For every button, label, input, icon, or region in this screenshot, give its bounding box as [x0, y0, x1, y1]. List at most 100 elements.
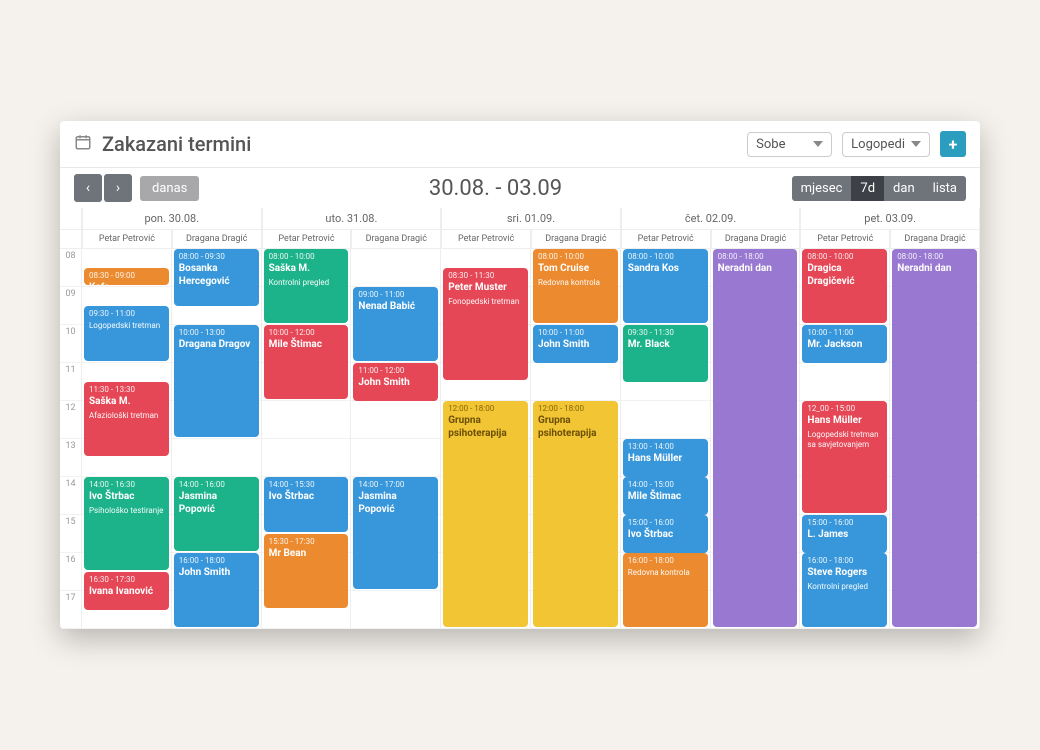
- event-title: John Smith: [358, 377, 433, 390]
- slot-col[interactable]: 08:00 - 10:00Sandra Kos09:30 - 11:30Mr. …: [621, 249, 711, 629]
- prev-button[interactable]: ‹: [74, 174, 102, 202]
- event[interactable]: 08:00 - 10:00Saška M.Kontrolni pregled: [264, 249, 349, 323]
- event[interactable]: 09:00 - 11:00Nenad Babić: [353, 287, 438, 361]
- event-title: Nenad Babić: [358, 301, 433, 314]
- event-time: 08:00 - 10:00: [269, 252, 344, 262]
- event-time: 08:30 - 09:00: [89, 271, 164, 281]
- event[interactable]: 14:00 - 17:00Jasmina Popović: [353, 477, 438, 589]
- event[interactable]: 14:00 - 15:00Mile Štimac: [623, 477, 708, 515]
- event[interactable]: 12_00 - 15:00Hans MüllerLogopedski tretm…: [802, 401, 887, 513]
- slot-col[interactable]: 09:00 - 11:00Nenad Babić11:00 - 12:00Joh…: [351, 249, 441, 629]
- event[interactable]: 08:00 - 18:00Neradni dan: [713, 249, 798, 627]
- slot-col[interactable]: 08:30 - 11:30Peter MusterFonopedski tret…: [441, 249, 531, 629]
- event-title: Kafa: [89, 282, 164, 285]
- hour-column: 08091011121314151617: [60, 249, 82, 629]
- event-title: John Smith: [179, 567, 254, 580]
- person-header: Petar Petrović: [621, 230, 711, 249]
- event[interactable]: 10:00 - 13:00Dragana Dragov: [174, 325, 259, 437]
- event-time: 08:00 - 09:30: [179, 252, 254, 262]
- event-time: 11:30 - 13:30: [89, 385, 164, 395]
- event-time: 10:00 - 11:00: [807, 328, 882, 338]
- event-time: 16:30 - 17:30: [89, 575, 164, 585]
- event-time: 09:30 - 11:30: [628, 328, 703, 338]
- event[interactable]: 08:30 - 09:00Kafa: [84, 268, 169, 285]
- event-title: Saška M.: [269, 263, 344, 276]
- day-header: pet. 03.09.: [800, 208, 980, 230]
- event[interactable]: 10:00 - 11:00Mr. Jackson: [802, 325, 887, 363]
- event-time: 08:00 - 10:00: [628, 252, 703, 262]
- event-desc: Redovna kontrola: [628, 568, 703, 578]
- event-title: Hans Müller: [807, 415, 882, 428]
- event[interactable]: 09:30 - 11:30Mr. Black: [623, 325, 708, 382]
- event[interactable]: 14:00 - 15:30Ivo Štrbac: [264, 477, 349, 532]
- event[interactable]: 16:00 - 18:00Steve RogersKontrolni pregl…: [802, 553, 887, 627]
- event-desc: Redovna kontrola: [538, 278, 613, 288]
- event[interactable]: 12:00 - 18:00Grupna psihoterapija: [533, 401, 618, 627]
- hour-label: 10: [60, 325, 81, 363]
- view-list[interactable]: lista: [924, 176, 966, 201]
- day-header: čet. 02.09.: [621, 208, 801, 230]
- event[interactable]: 08:00 - 09:30Bosanka Hercegović: [174, 249, 259, 306]
- event[interactable]: 12:00 - 18:00Grupna psihoterapija: [443, 401, 528, 627]
- event[interactable]: 15:00 - 16:00L. James: [802, 515, 887, 553]
- event[interactable]: 08:30 - 11:30Peter MusterFonopedski tret…: [443, 268, 528, 380]
- chevron-down-icon: [911, 141, 921, 147]
- event-time: 14:00 - 15:30: [269, 480, 344, 490]
- event[interactable]: 16:30 - 17:30Ivana Ivanović: [84, 572, 169, 610]
- next-button[interactable]: ›: [104, 174, 132, 202]
- event[interactable]: 08:00 - 18:00Neradni dan: [892, 249, 977, 627]
- event[interactable]: 08:00 - 10:00Dragica Dragičević: [802, 249, 887, 323]
- person-header: Dragana Dragić: [531, 230, 621, 249]
- view-month[interactable]: mjesec: [792, 176, 852, 201]
- event[interactable]: 15:30 - 17:30Mr Bean: [264, 534, 349, 608]
- add-button[interactable]: +: [940, 131, 966, 157]
- slot-col[interactable]: 08:00 - 10:00Dragica Dragičević10:00 - 1…: [800, 249, 890, 629]
- slot-col[interactable]: 08:30 - 09:00Kafa 09:30 - 11:00Logopedski…: [82, 249, 172, 629]
- event[interactable]: 14:00 - 16:00Jasmina Popović: [174, 477, 259, 551]
- event-desc: Logopedski tretman sa savjetovanjem: [807, 430, 882, 450]
- event-time: 15:00 - 16:00: [628, 518, 703, 528]
- slot-col[interactable]: 08:00 - 18:00Neradni dan: [711, 249, 801, 629]
- event-title: Dragica Dragičević: [807, 263, 882, 288]
- rooms-dropdown[interactable]: Sobe: [747, 132, 832, 157]
- event-time: 14:00 - 15:00: [628, 480, 703, 490]
- event-desc: Kontrolni pregled: [807, 582, 882, 592]
- event-time: 10:00 - 12:00: [269, 328, 344, 338]
- view-day[interactable]: dan: [884, 176, 924, 201]
- event[interactable]: 14:00 - 16:30Ivo ŠtrbacPsihološko testir…: [84, 477, 169, 570]
- header: Zakazani termini Sobe Logopedi +: [60, 121, 980, 168]
- event-time: 10:00 - 11:00: [538, 328, 613, 338]
- slot-col[interactable]: 08:00 - 10:00Tom CruiseRedovna kontrola1…: [531, 249, 621, 629]
- event[interactable]: 10:00 - 12:00Mile Štimac: [264, 325, 349, 399]
- view-switcher: mjesec 7d dan lista: [792, 176, 966, 201]
- event[interactable]: 11:30 - 13:30Saška M.Afaziološki tretman: [84, 382, 169, 456]
- event-time: 09:00 - 11:00: [358, 290, 433, 300]
- slot-col[interactable]: 08:00 - 18:00Neradni dan: [890, 249, 980, 629]
- slot-col[interactable]: 08:00 - 10:00Saška M.Kontrolni pregled10…: [262, 249, 352, 629]
- therapists-dropdown[interactable]: Logopedi: [842, 132, 930, 157]
- event-title: Mr Bean: [269, 548, 344, 561]
- event[interactable]: 11:00 - 12:00John Smith: [353, 363, 438, 401]
- view-week[interactable]: 7d: [851, 176, 884, 201]
- person-header: Petar Petrović: [262, 230, 352, 249]
- person-header: Petar Petrović: [82, 230, 172, 249]
- slot-col[interactable]: 08:00 - 09:30Bosanka Hercegović 10:00 - 1…: [172, 249, 262, 629]
- today-button[interactable]: danas: [140, 176, 199, 201]
- event[interactable]: 16:00 - 18:00John Smith: [174, 553, 259, 627]
- event[interactable]: 08:00 - 10:00Tom CruiseRedovna kontrola: [533, 249, 618, 323]
- event-title: Steve Rogers: [807, 567, 882, 580]
- event[interactable]: 09:30 - 11:00Logopedski tretman: [84, 306, 169, 361]
- hour-label: 13: [60, 439, 81, 477]
- event-time: 15:00 - 16:00: [807, 518, 882, 528]
- event-title: Neradni dan: [897, 263, 972, 276]
- event-time: 08:00 - 10:00: [807, 252, 882, 262]
- calendar-grid: pon. 30.08. uto. 31.08. sri. 01.09. čet.…: [60, 208, 980, 629]
- event[interactable]: 13:00 - 14:00Hans Müller: [623, 439, 708, 477]
- event[interactable]: 16:00 - 18:00 Redovna kontrola: [623, 553, 708, 627]
- hour-label: 17: [60, 591, 81, 629]
- event-title: Jasmina Popović: [358, 491, 433, 516]
- event[interactable]: 08:00 - 10:00Sandra Kos: [623, 249, 708, 323]
- event-time: 16:00 - 18:00: [628, 556, 703, 566]
- event[interactable]: 15:00 - 16:00Ivo Štrbac: [623, 515, 708, 553]
- event[interactable]: 10:00 - 11:00John Smith: [533, 325, 618, 363]
